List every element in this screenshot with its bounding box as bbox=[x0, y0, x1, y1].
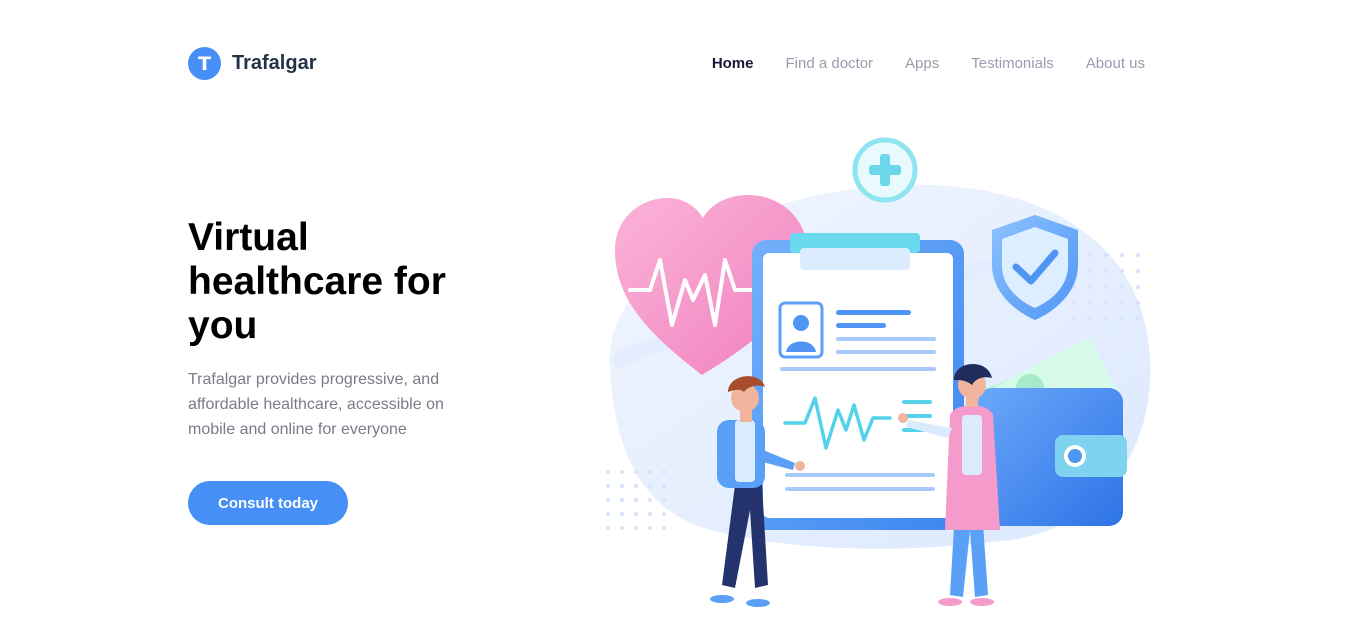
clipboard-icon bbox=[752, 233, 964, 530]
nav-home[interactable]: Home bbox=[712, 55, 754, 73]
main-nav: Home Find a doctor Apps Testimonials Abo… bbox=[712, 55, 1145, 73]
logo-badge-icon: T bbox=[188, 47, 221, 80]
nav-find-a-doctor[interactable]: Find a doctor bbox=[786, 55, 874, 73]
brand-name: Trafalgar bbox=[232, 52, 317, 74]
consult-today-button[interactable]: Consult today bbox=[188, 481, 348, 525]
nav-about-us[interactable]: About us bbox=[1086, 55, 1145, 73]
nav-testimonials[interactable]: Testimonials bbox=[971, 55, 1054, 73]
hero-illustration bbox=[606, 137, 1151, 607]
hero-description: Trafalgar provides progressive, and affo… bbox=[188, 371, 444, 438]
nav-apps[interactable]: Apps bbox=[905, 55, 939, 73]
hero-title: Virtual healthcare for you bbox=[188, 216, 446, 347]
brand-logo[interactable]: T Trafalgar bbox=[188, 47, 316, 80]
plus-icon bbox=[852, 137, 918, 203]
